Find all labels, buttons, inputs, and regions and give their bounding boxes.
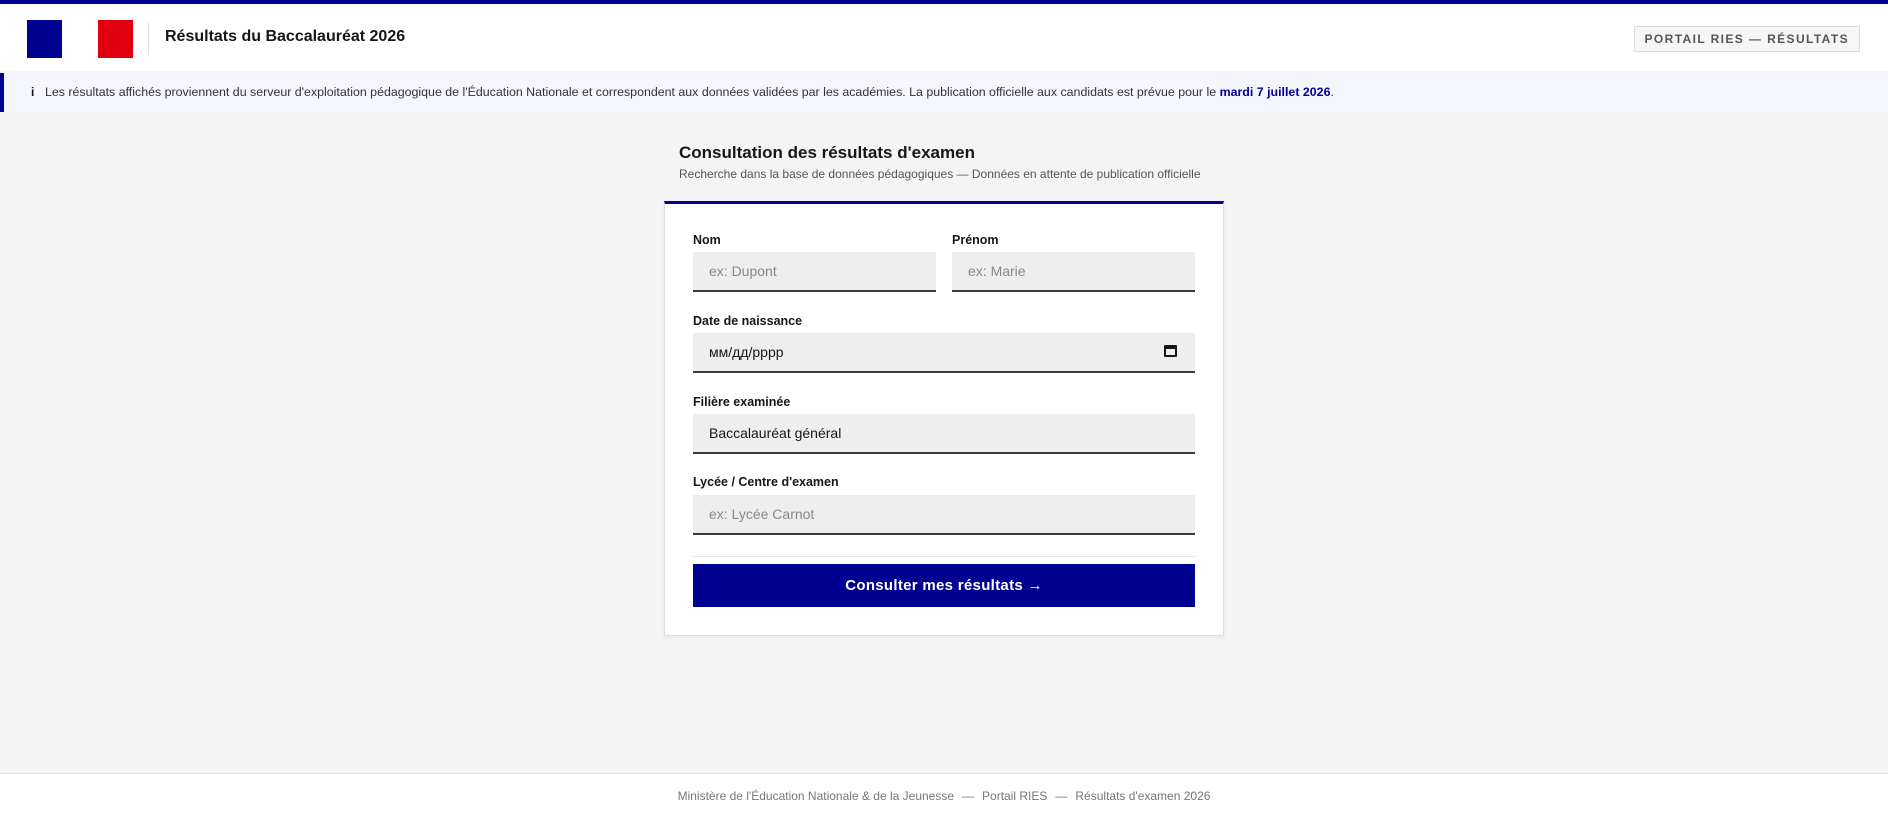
- page-subtitle: Recherche dans la base de données pédago…: [679, 167, 1201, 181]
- lycee-input[interactable]: ex: Lycée Carnot: [693, 495, 1195, 535]
- birthdate-input[interactable]: мм/дд/рррр: [693, 333, 1195, 373]
- prenom-label: Prénom: [952, 233, 999, 247]
- page-title: Consultation des résultats d'examen: [679, 143, 975, 162]
- lycee-label: Lycée / Centre d'examen: [693, 475, 839, 489]
- info-notice: i Les résultats affichés proviennent du …: [0, 73, 1888, 112]
- footer-exams: Résultats d'examen 2026: [1075, 789, 1211, 803]
- page-footer: Ministère de l'Éducation Nationale & de …: [0, 773, 1888, 818]
- form-divider: [693, 556, 1195, 557]
- form-heading: Consultation des résultats d'examen Rech…: [679, 143, 1239, 181]
- info-icon: i: [31, 85, 35, 99]
- calendar-icon[interactable]: [1164, 345, 1177, 357]
- publication-date: mardi 7 juillet 2026: [1219, 85, 1331, 99]
- nom-placeholder: ex: Dupont: [709, 263, 777, 279]
- prenom-placeholder: ex: Marie: [968, 263, 1026, 279]
- lycee-placeholder: ex: Lycée Carnot: [709, 506, 815, 522]
- site-title: Résultats du Baccalauréat 2026: [165, 28, 406, 45]
- footer-portal: Portail RIES: [982, 789, 1048, 803]
- header-divider: [148, 23, 149, 55]
- footer-separator: —: [1055, 789, 1068, 803]
- filiere-label: Filière examinée: [693, 395, 791, 409]
- top-header: Résultats du Baccalauréat 2026 PORTAIL R…: [0, 0, 1888, 71]
- notice-text: Les résultats affichés proviennent du se…: [45, 85, 1334, 99]
- flag-red-stripe: [98, 20, 133, 58]
- birthdate-label: Date de naissance: [693, 314, 803, 328]
- nom-input[interactable]: ex: Dupont: [693, 252, 936, 292]
- search-form-card: Nom ex: Dupont Prénom ex: Marie Date de …: [664, 201, 1224, 636]
- prenom-input[interactable]: ex: Marie: [952, 252, 1195, 292]
- footer-separator: —: [962, 789, 975, 803]
- submit-button[interactable]: Consulter mes résultats →: [693, 564, 1195, 607]
- filiere-value: Baccalauréat général: [709, 425, 842, 441]
- nom-label: Nom: [693, 233, 721, 247]
- footer-ministry: Ministère de l'Éducation Nationale & de …: [677, 789, 955, 803]
- filiere-select[interactable]: Baccalauréat général: [693, 414, 1195, 454]
- flag-blue-stripe: [27, 20, 62, 58]
- portal-badge[interactable]: PORTAIL RIES — RÉSULTATS: [1633, 26, 1860, 52]
- birthdate-value: мм/дд/рррр: [709, 344, 784, 360]
